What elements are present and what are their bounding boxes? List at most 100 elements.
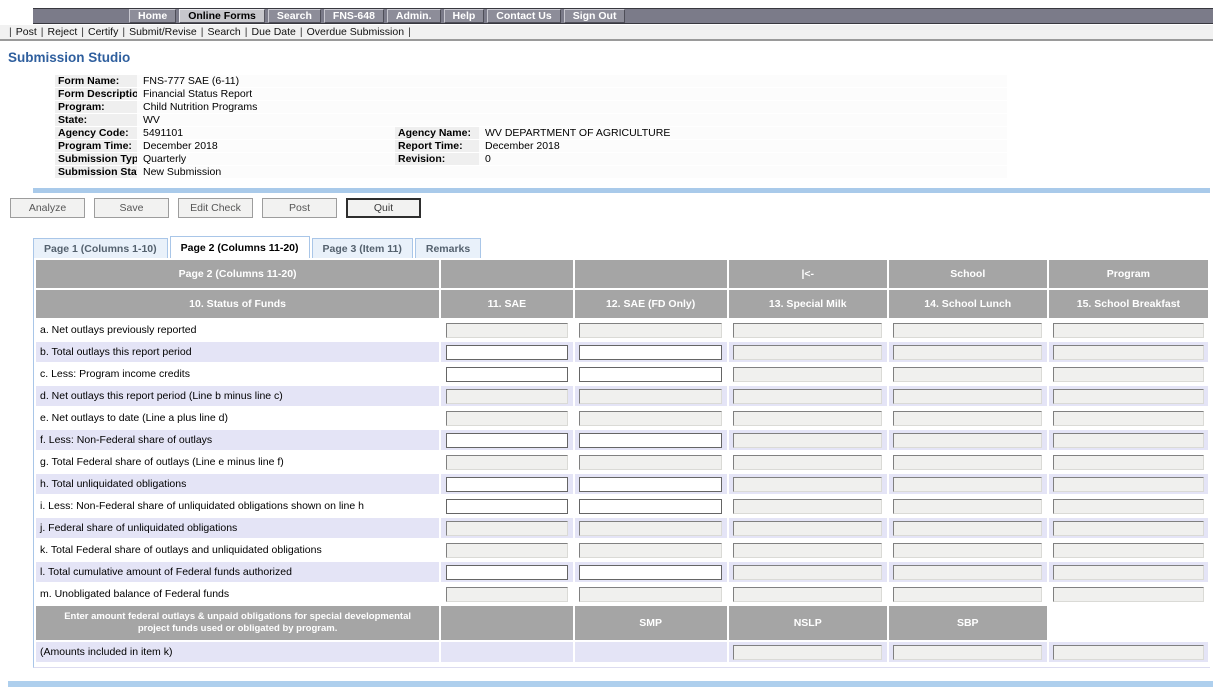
cell-g-col11 — [441, 452, 572, 472]
menu-item-due-date[interactable]: Due Date — [252, 26, 296, 38]
nav-button-help[interactable]: Help — [444, 9, 485, 23]
detail-value: Child Nutrition Programs — [137, 101, 1007, 114]
post-button[interactable]: Post — [262, 198, 337, 218]
menu-item-submit-revise[interactable]: Submit/Revise — [129, 26, 197, 38]
field-e-col14 — [893, 411, 1042, 426]
row-label-k: k. Total Federal share of outlays and un… — [36, 540, 439, 560]
save-button[interactable]: Save — [94, 198, 169, 218]
detail-label: Agency Name: — [395, 127, 479, 140]
cell-amounts-col13 — [729, 642, 887, 662]
cell-a-col14 — [889, 320, 1047, 340]
analyze-button[interactable]: Analyze — [10, 198, 85, 218]
field-a-col14 — [893, 323, 1042, 338]
bottom-separator-bar — [8, 681, 1213, 687]
nav-button-search[interactable]: Search — [268, 9, 321, 23]
detail-row-form-description: Form Description:Financial Status Report — [55, 88, 1007, 101]
detail-label: State: — [55, 114, 137, 127]
detail-value: Quarterly — [137, 153, 395, 166]
table-row-b: b. Total outlays this report period — [36, 342, 1208, 362]
field-c-col15 — [1053, 367, 1203, 382]
field-f-col11[interactable] — [446, 433, 568, 448]
cell-i-col12 — [575, 496, 727, 516]
tab-page-1-columns-1-10[interactable]: Page 1 (Columns 1-10) — [33, 238, 168, 258]
field-g-col14 — [893, 455, 1042, 470]
field-d-col13 — [733, 389, 882, 404]
row-label-g: g. Total Federal share of outlays (Line … — [36, 452, 439, 472]
row-label-e: e. Net outlays to date (Line a plus line… — [36, 408, 439, 428]
field-a-col11 — [446, 323, 568, 338]
nav-button-online-forms[interactable]: Online Forms — [179, 9, 265, 23]
detail-label: Form Name: — [55, 75, 137, 88]
table-row-m: m. Unobligated balance of Federal funds — [36, 584, 1208, 604]
field-i-col14 — [893, 499, 1042, 514]
menu-separator: | — [408, 26, 411, 38]
field-b-col12[interactable] — [579, 345, 722, 360]
field-amounts-col14 — [893, 645, 1042, 660]
column-header-12-sae-fd-only: 12. SAE (FD Only) — [575, 290, 727, 318]
detail-label: Revision: — [395, 153, 479, 166]
cell-m-col15 — [1049, 584, 1208, 604]
field-l-col12[interactable] — [579, 565, 722, 580]
field-c-col11[interactable] — [446, 367, 568, 382]
cell-d-col11 — [441, 386, 572, 406]
field-c-col12[interactable] — [579, 367, 722, 382]
field-g-col13 — [733, 455, 882, 470]
menu-item-certify[interactable]: Certify — [88, 26, 118, 38]
detail-row-agency-code: Agency Code:5491101Agency Name:WV DEPART… — [55, 127, 1007, 140]
field-d-col11 — [446, 389, 568, 404]
cell-i-col11 — [441, 496, 572, 516]
edit-check-button[interactable]: Edit Check — [178, 198, 253, 218]
row-label-d: d. Net outlays this report period (Line … — [36, 386, 439, 406]
field-l-col13 — [733, 565, 882, 580]
group-header-col2 — [575, 260, 727, 288]
nav-button-home[interactable]: Home — [129, 9, 176, 23]
field-c-col13 — [733, 367, 882, 382]
field-a-col12 — [579, 323, 722, 338]
nav-button-fns-648[interactable]: FNS-648 — [324, 9, 384, 23]
cell-amounts-col12 — [575, 642, 727, 662]
field-h-col11[interactable] — [446, 477, 568, 492]
menu-item-overdue-submission[interactable]: Overdue Submission — [307, 26, 404, 38]
field-b-col11[interactable] — [446, 345, 568, 360]
cell-g-col15 — [1049, 452, 1208, 472]
tab-page-3-item-11[interactable]: Page 3 (Item 11) — [312, 238, 413, 258]
field-l-col14 — [893, 565, 1042, 580]
field-i-col12[interactable] — [579, 499, 722, 514]
cell-f-col12 — [575, 430, 727, 450]
cell-d-col12 — [575, 386, 727, 406]
menu-separator: | — [201, 26, 204, 38]
menu-separator: | — [9, 26, 12, 38]
row-label-i: i. Less: Non-Federal share of unliquidat… — [36, 496, 439, 516]
field-l-col11[interactable] — [446, 565, 568, 580]
menu-item-post[interactable]: Post — [16, 26, 37, 38]
nav-button-admin[interactable]: Admin. — [387, 9, 441, 23]
nav-button-contact-us[interactable]: Contact Us — [487, 9, 560, 23]
table-row-l: l. Total cumulative amount of Federal fu… — [36, 562, 1208, 582]
menu-separator: | — [245, 26, 248, 38]
cell-j-col12 — [575, 518, 727, 538]
form-details-panel: Form Name:FNS-777 SAE (6-11)Form Descrip… — [55, 75, 1007, 179]
tab-page-2-columns-11-20[interactable]: Page 2 (Columns 11-20) — [170, 236, 310, 258]
field-f-col15 — [1053, 433, 1203, 448]
cell-j-col15 — [1049, 518, 1208, 538]
menu-item-reject[interactable]: Reject — [47, 26, 77, 38]
field-h-col12[interactable] — [579, 477, 722, 492]
cell-l-col12 — [575, 562, 727, 582]
cell-i-col13 — [729, 496, 887, 516]
cell-f-col14 — [889, 430, 1047, 450]
row-label-c: c. Less: Program income credits — [36, 364, 439, 384]
nav-button-sign-out[interactable]: Sign Out — [564, 9, 626, 23]
field-g-col12 — [579, 455, 722, 470]
cell-f-col11 — [441, 430, 572, 450]
field-i-col11[interactable] — [446, 499, 568, 514]
tab-remarks[interactable]: Remarks — [415, 238, 481, 258]
field-f-col12[interactable] — [579, 433, 722, 448]
quit-button[interactable]: Quit — [346, 198, 421, 218]
cell-e-col14 — [889, 408, 1047, 428]
detail-value: December 2018 — [479, 140, 1007, 153]
field-j-col13 — [733, 521, 882, 536]
menu-item-search[interactable]: Search — [208, 26, 241, 38]
cell-c-col15 — [1049, 364, 1208, 384]
cell-l-col13 — [729, 562, 887, 582]
field-h-col15 — [1053, 477, 1203, 492]
